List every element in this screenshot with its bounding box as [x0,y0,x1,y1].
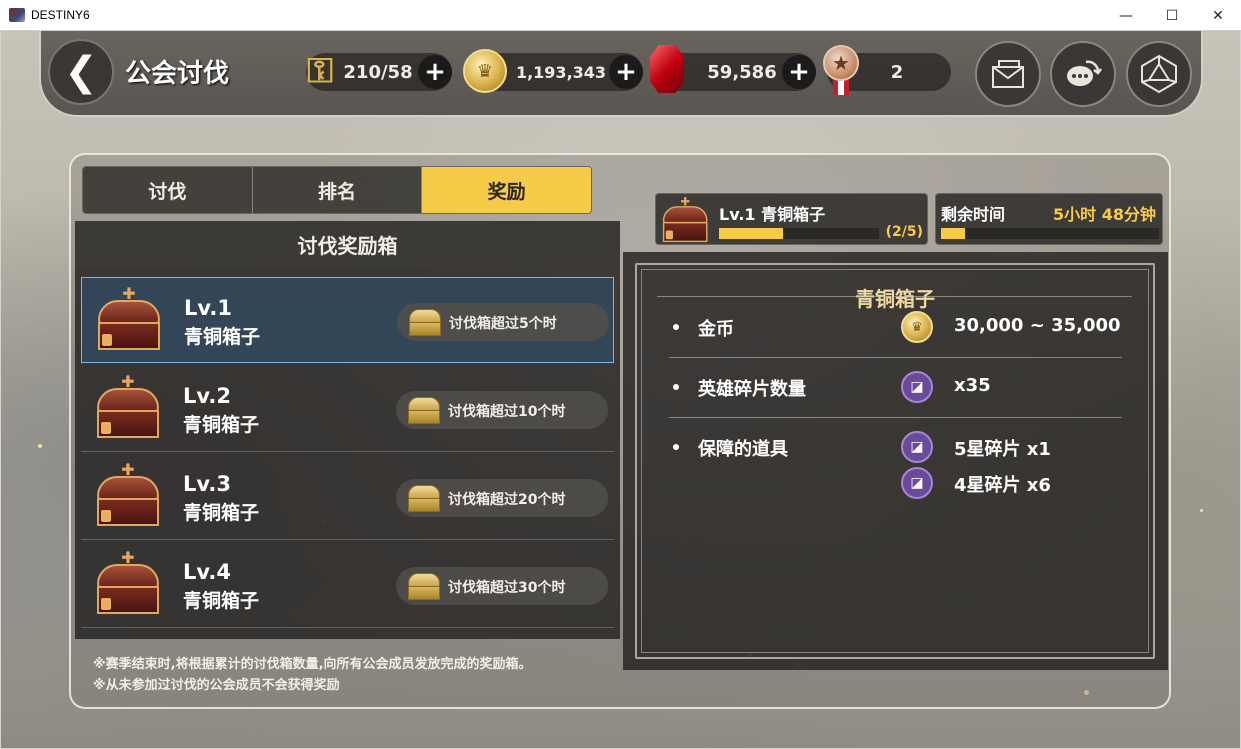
game-viewport: ❮ 公会讨伐 ⚿ 210/58 + ♛ 1,193,343 + 59,586 +… [1,31,1240,748]
box-level: Lv.2 [183,384,231,408]
gold-chest-icon [409,307,441,337]
box-condition: 讨伐箱超过30个时 [396,567,608,605]
bullet [673,444,679,450]
detail-guaranteed-5star: 5星碎片 x1 [954,439,1051,460]
box-level: Lv.1 [184,296,232,320]
chat-button[interactable] [1050,41,1116,107]
box-condition: 讨伐箱超过5个时 [397,303,609,341]
add-gold-button[interactable]: + [609,55,643,89]
hero-shard-icon: ◪ [901,467,933,499]
reward-list-header: 讨伐奖励箱 [75,221,620,267]
reward-box-row-lv4[interactable]: ✚ Lv.4 青铜箱子 讨伐箱超过30个时 [81,542,614,628]
mail-button[interactable] [975,41,1041,107]
gold-value: 1,193,343 [515,62,607,82]
add-keys-button[interactable]: + [418,55,452,89]
detail-guaranteed-label: 保障的道具 [698,439,788,460]
divider [669,417,1122,418]
key-icon: ⚿ [307,51,333,91]
mail-icon [992,60,1024,88]
box-name: 青铜箱子 [183,502,260,524]
bronze-chest-icon: ✚ [93,462,163,532]
chat-icon [1067,60,1102,86]
box-name: 青铜箱子 [183,590,260,612]
gold-coin-icon: ♛ [463,49,507,93]
remaining-time: 剩余时间 5小时 48分钟 [935,193,1163,245]
red-gem-icon [650,45,684,93]
minimize-button[interactable]: — [1103,0,1149,31]
detail-gold-label: 金币 [698,319,734,340]
detail-shards-label: 英雄碎片数量 [698,379,806,400]
detail-gold-value: 30,000 ~ 35,000 [954,315,1121,336]
gems-value: 59,586 [707,61,777,83]
remaining-time-value: 5小时 48分钟 [1053,205,1156,224]
detail-shards-value: x35 [954,375,991,396]
box-name: 青铜箱子 [183,414,260,436]
progress-box-title: Lv.1 青铜箱子 [719,205,826,224]
box-level: Lv.3 [183,472,231,496]
gold-coin-icon: ♛ [901,311,933,343]
box-progress: ✚ Lv.1 青铜箱子 (2/5) [655,193,928,245]
window-controls: — ☐ ✕ [1103,0,1241,31]
detail-guaranteed-4star: 4星碎片 x6 [954,475,1051,496]
resource-keys: ⚿ 210/58 + [306,51,452,91]
bronze-chest-icon: ✚ [93,374,163,444]
reward-box-row-lv1[interactable]: ✚ Lv.1 青铜箱子 讨伐箱超过5个时 [81,277,614,363]
dice-icon [1141,54,1177,94]
gold-chest-icon [408,395,440,425]
box-condition-text: 讨伐箱超过5个时 [449,316,557,332]
box-name: 青铜箱子 [184,326,261,348]
bronze-chest-icon: ✚ [93,550,163,620]
box-progress-fill [719,228,783,239]
back-button[interactable]: ❮ [48,39,114,105]
reward-box-row-lv3[interactable]: ✚ Lv.3 青铜箱子 讨伐箱超过20个时 [81,454,614,540]
window-titlebar: DESTINY6 — ☐ ✕ [0,0,1241,31]
medal-icon: ★ [821,45,861,97]
bullet [673,384,679,390]
resource-medals: ★ 2 [823,45,951,95]
gold-chest-icon [408,571,440,601]
bronze-chest-icon: ✚ [94,286,164,356]
add-gems-button[interactable]: + [782,55,816,89]
progress-box-count: (2/5) [885,224,923,240]
box-condition-text: 讨伐箱超过30个时 [448,580,566,596]
reward-detail-title: 青铜箱子 [855,287,935,311]
box-condition: 讨伐箱超过10个时 [396,391,608,429]
bullet [673,324,679,330]
box-condition: 讨伐箱超过20个时 [396,479,608,517]
resource-gems: 59,586 + [650,45,816,93]
hero-shard-icon: ◪ [901,371,933,403]
hero-shard-icon: ◪ [901,431,933,463]
app-icon [9,8,25,22]
box-condition-text: 讨伐箱超过10个时 [448,404,566,420]
box-progress-bar [719,228,879,239]
back-arrow-icon: ❮ [64,49,98,95]
maximize-button[interactable]: ☐ [1149,0,1195,31]
gold-chest-icon [408,483,440,513]
divider [669,357,1122,358]
footnote-season-end: ※赛季结束时,将根据累计的讨伐箱数量,向所有公会成员发放完成的奖励箱。 [93,657,532,672]
tab-bar: 讨伐 排名 奖励 [82,166,592,214]
medals-value: 2 [890,61,904,83]
remaining-time-fill [941,228,965,239]
page-title: 公会讨伐 [125,59,230,89]
box-condition-text: 讨伐箱超过20个时 [448,492,566,508]
tab-ranking[interactable]: 排名 [252,167,423,213]
tab-rewards[interactable]: 奖励 [422,167,591,213]
resource-gold: ♛ 1,193,343 + [463,49,643,93]
bronze-chest-icon: ✚ [660,196,708,243]
reward-box-row-lv2[interactable]: ✚ Lv.2 青铜箱子 讨伐箱超过10个时 [81,366,614,452]
remaining-time-bar [941,228,1159,239]
window-title: DESTINY6 [31,8,90,22]
dice-button[interactable] [1126,41,1192,107]
keys-value: 210/58 [343,61,413,83]
close-button[interactable]: ✕ [1195,0,1241,31]
box-level: Lv.4 [183,560,231,584]
divider [657,296,1132,297]
footnote-non-participants: ※从未参加过讨伐的公会成员不会获得奖励 [93,678,340,693]
remaining-time-label: 剩余时间 [941,205,1006,224]
tab-hunt[interactable]: 讨伐 [83,167,253,213]
